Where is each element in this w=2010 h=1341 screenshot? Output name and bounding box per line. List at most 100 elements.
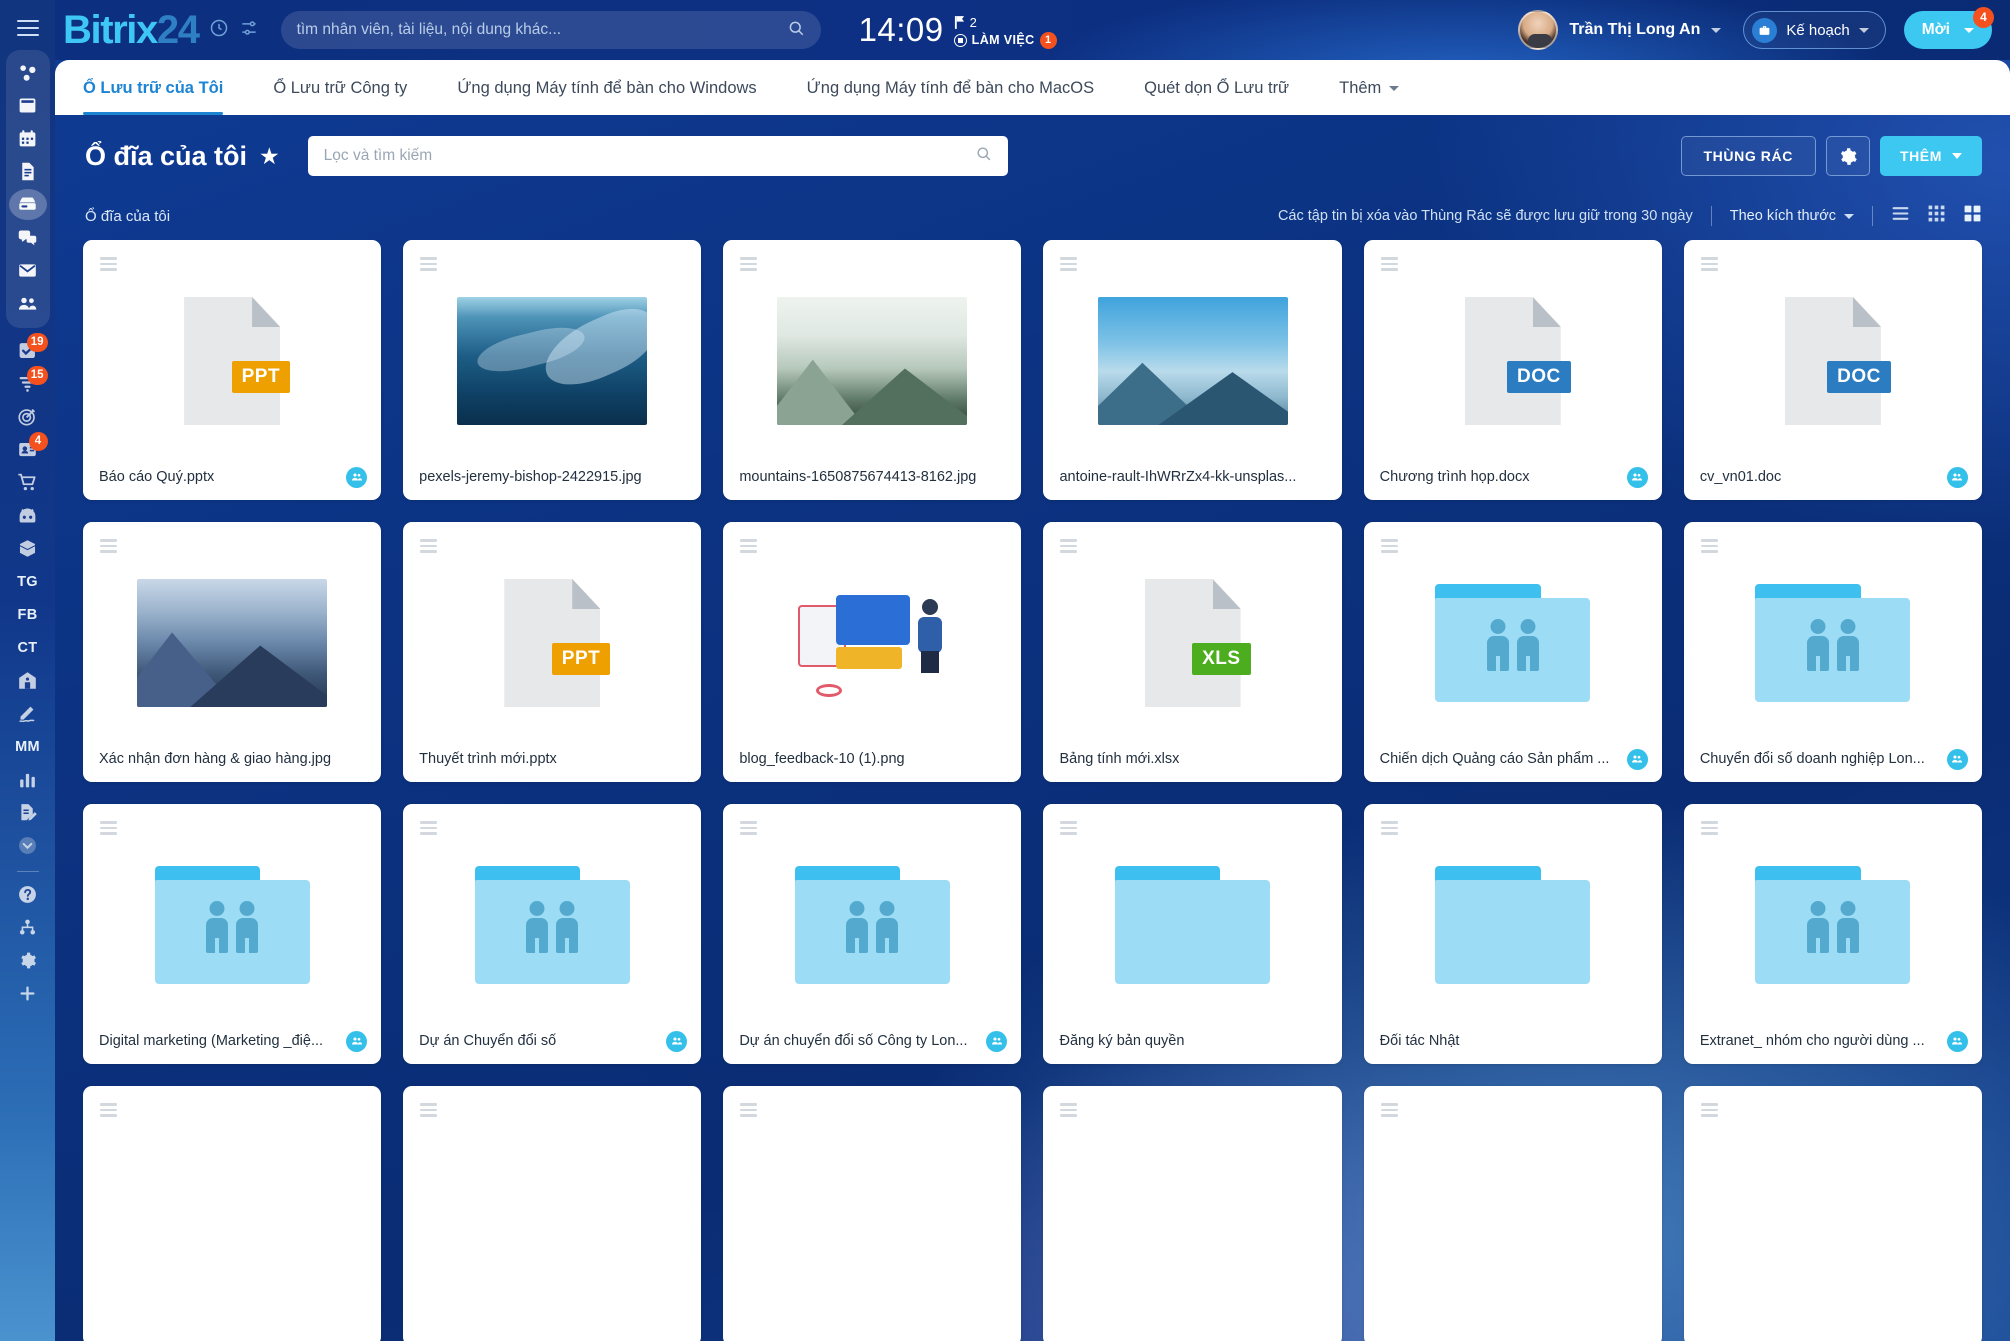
sidebar-item-box[interactable] [6, 532, 50, 565]
tab-2[interactable]: Ổ Lưu trữ Công ty [273, 61, 407, 115]
sidebar-item-cart[interactable] [6, 466, 50, 499]
sidebar-item-chevron-down[interactable] [6, 829, 50, 862]
favorite-star-icon[interactable]: ★ [259, 143, 280, 170]
folder-card[interactable]: Chiến dịch Quảng cáo Sản phẩm ... [1363, 522, 1662, 782]
plan-button[interactable]: Kế hoạch [1743, 11, 1886, 49]
folder-card[interactable]: Extranet_ nhóm cho người dùng ... [1683, 804, 1982, 1064]
tab-4[interactable]: Ứng dụng Máy tính để bàn cho MacOS [807, 61, 1094, 115]
file-card[interactable]: PPT Thuyết trình mới.pptx [403, 522, 702, 782]
card-menu-icon[interactable] [1700, 257, 1718, 271]
file-card[interactable]: pexels-jeremy-bishop-2422915.jpg [403, 240, 702, 500]
sidebar-item-bot[interactable] [6, 499, 50, 532]
card-menu-icon[interactable] [1060, 1103, 1078, 1117]
file-card[interactable]: blog_feedback-10 (1).png [723, 522, 1022, 782]
sidebar-item-fb[interactable]: FB [6, 598, 50, 631]
work-status-block[interactable]: 2 LÀM VIỆC 1 [953, 12, 1057, 49]
card-menu-icon[interactable] [740, 257, 758, 271]
add-button[interactable]: THÊM [1879, 136, 1982, 176]
card-menu-icon[interactable] [1060, 821, 1078, 835]
sidebar-item-sitemap[interactable] [6, 911, 50, 944]
file-card[interactable]: antoine-rault-IhWRrZx4-kk-unsplas... [1043, 240, 1342, 500]
folder-card[interactable]: Đối tác Nhật [1363, 804, 1662, 1064]
file-card-partial[interactable] [403, 1086, 702, 1341]
sidebar-item-ct[interactable]: CT [6, 631, 50, 664]
menu-toggle-button[interactable] [16, 20, 39, 36]
sidebar-item-calendar[interactable] [6, 122, 50, 155]
sidebar-item-target[interactable] [6, 400, 50, 433]
global-search-input[interactable]: tìm nhân viên, tài liệu, nội dung khác..… [280, 11, 821, 49]
tab-1[interactable]: Ổ Lưu trữ của Tôi [83, 61, 224, 115]
card-menu-icon[interactable] [420, 1103, 438, 1117]
card-menu-icon[interactable] [100, 257, 117, 271]
sidebar-item-company[interactable] [6, 664, 50, 697]
card-menu-icon[interactable] [1380, 1103, 1398, 1117]
recent-clock-icon[interactable] [209, 18, 229, 43]
sidebar-item-edit-doc[interactable] [6, 796, 50, 829]
card-menu-icon[interactable] [740, 821, 758, 835]
card-menu-icon[interactable] [100, 821, 117, 835]
file-card[interactable]: XLS Bảng tính mới.xlsx [1043, 522, 1342, 782]
sidebar-item-drive[interactable] [6, 188, 50, 221]
sidebar-item-documents[interactable] [6, 155, 50, 188]
sidebar-item-chat[interactable] [6, 221, 50, 254]
view-compact-grid-icon[interactable] [1927, 204, 1946, 228]
card-menu-icon[interactable] [1700, 1103, 1718, 1117]
settings-button[interactable] [1825, 136, 1870, 176]
user-menu[interactable]: Trần Thị Long An [1518, 10, 1722, 50]
card-menu-icon[interactable] [100, 539, 117, 553]
file-card[interactable]: DOC cv_vn01.doc [1683, 240, 1982, 500]
card-menu-icon[interactable] [1380, 539, 1398, 553]
folder-card[interactable]: Dự án Chuyển đổi số [403, 804, 702, 1064]
filter-search-input[interactable]: Lọc và tìm kiếm [307, 136, 1008, 176]
file-card[interactable]: mountains-1650875674413-8162.jpg [723, 240, 1022, 500]
file-card-partial[interactable] [1683, 1086, 1982, 1341]
card-menu-icon[interactable] [1380, 257, 1398, 271]
sidebar-item-employees[interactable] [6, 287, 50, 320]
sidebar-item-mail[interactable] [6, 254, 50, 287]
file-card-partial[interactable] [1363, 1086, 1662, 1341]
file-card-partial[interactable] [1043, 1086, 1342, 1341]
folder-card[interactable]: Chuyển đổi số doanh nghiệp Lon... [1683, 522, 1982, 782]
card-menu-icon[interactable] [1060, 257, 1078, 271]
folder-card[interactable]: Dự án chuyển đổi số Công ty Lon... [723, 804, 1022, 1064]
view-large-grid-icon[interactable] [1963, 204, 1982, 228]
sidebar-item-mm[interactable]: MM [6, 730, 50, 763]
sidebar-item-gear[interactable] [6, 944, 50, 977]
sidebar-item-contacts[interactable]: 4 [6, 432, 50, 466]
search-filter-icon[interactable] [239, 18, 259, 43]
file-card[interactable]: Xác nhận đơn hàng & giao hàng.jpg [83, 522, 382, 782]
card-menu-icon[interactable] [740, 539, 758, 553]
file-card-partial[interactable] [723, 1086, 1022, 1341]
tab-3[interactable]: Ứng dụng Máy tính để bàn cho Windows [457, 61, 756, 115]
tab-6[interactable]: Thêm [1339, 61, 1400, 115]
app-logo[interactable]: Bitrix24 [63, 10, 200, 50]
file-card[interactable]: PPT Báo cáo Quý.pptx [83, 240, 382, 500]
card-menu-icon[interactable] [740, 1103, 758, 1117]
card-menu-icon[interactable] [420, 821, 438, 835]
card-menu-icon[interactable] [1700, 539, 1718, 553]
breadcrumb[interactable]: Ổ đĩa của tôi [85, 208, 170, 225]
card-menu-icon[interactable] [420, 257, 438, 271]
file-card-partial[interactable] [83, 1086, 382, 1341]
sidebar-item-tg[interactable]: TG [6, 565, 50, 598]
folder-card[interactable]: Đăng ký bản quyền [1043, 804, 1342, 1064]
sort-dropdown[interactable]: Theo kích thước [1730, 208, 1854, 224]
card-menu-icon[interactable] [420, 539, 438, 553]
folder-card[interactable]: Digital marketing (Marketing _điệ... [83, 804, 382, 1064]
card-menu-icon[interactable] [1700, 821, 1718, 835]
sidebar-item-analytics[interactable] [6, 763, 50, 796]
invite-button[interactable]: Mời 4 [1903, 7, 1994, 49]
sidebar-item-help[interactable] [6, 878, 50, 911]
sidebar-item-tasks[interactable]: 19 [6, 333, 50, 367]
sidebar-item-plus[interactable] [6, 977, 50, 1010]
sidebar-item-signature[interactable] [6, 697, 50, 730]
card-menu-icon[interactable] [100, 1103, 117, 1117]
view-list-icon[interactable] [1891, 204, 1910, 228]
sidebar-item-funnel[interactable]: 15 [6, 366, 50, 400]
file-card[interactable]: DOC Chương trình họp.docx [1363, 240, 1662, 500]
tab-5[interactable]: Quét dọn Ổ Lưu trữ [1144, 61, 1289, 115]
sidebar-item-workspace[interactable] [6, 56, 50, 89]
card-menu-icon[interactable] [1380, 821, 1398, 835]
card-menu-icon[interactable] [1060, 539, 1078, 553]
sidebar-item-news-feed[interactable] [6, 89, 50, 122]
